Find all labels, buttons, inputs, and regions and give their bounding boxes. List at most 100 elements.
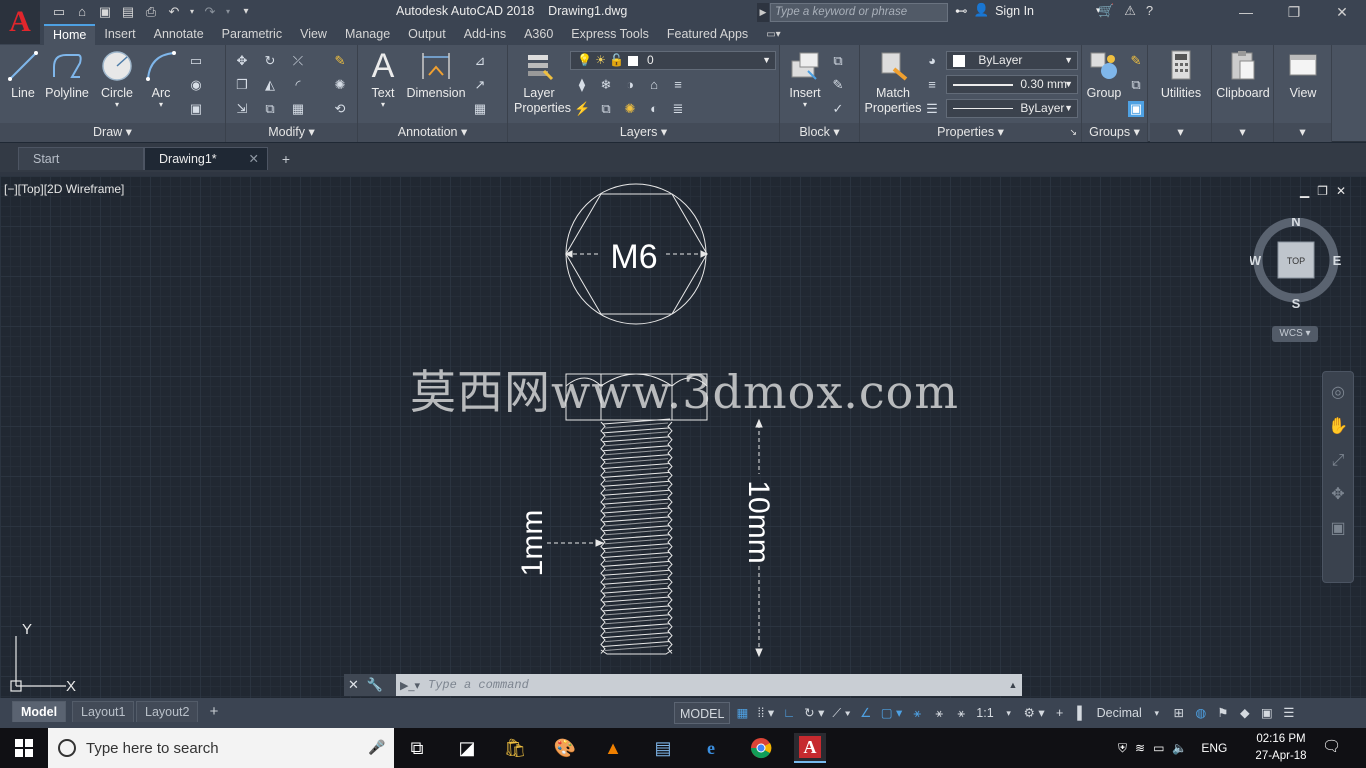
zoom-extents-icon[interactable]: ⤢: [1323, 448, 1353, 474]
windows-search-box[interactable]: Type here to search 🎤: [48, 728, 394, 768]
quick-properties-icon[interactable]: ⊞: [1169, 702, 1189, 724]
mirror-icon[interactable]: ◭: [262, 77, 278, 93]
group-selection-icon[interactable]: ▣: [1128, 101, 1144, 117]
compass-east[interactable]: E: [1333, 253, 1342, 268]
minimize-icon[interactable]: —: [1222, 0, 1270, 24]
pan-hand-icon[interactable]: ✋: [1323, 414, 1353, 440]
microphone-icon[interactable]: 🎤: [368, 739, 385, 757]
tab-layout2[interactable]: Layout2: [136, 701, 199, 722]
hardware-acceleration-icon[interactable]: ◆: [1235, 702, 1255, 724]
command-customize-icon[interactable]: 🔧: [367, 677, 383, 693]
tab-layout1[interactable]: Layout1: [72, 701, 135, 722]
layer-properties-tool[interactable]: Layer Properties: [514, 49, 571, 116]
wcs-menu[interactable]: WCS ▾: [1272, 326, 1318, 342]
compass-north[interactable]: N: [1291, 218, 1300, 229]
isodraft-icon[interactable]: ⟋ ▾: [829, 702, 853, 724]
compass-south[interactable]: S: [1292, 296, 1301, 310]
rotate-icon[interactable]: ↻: [262, 53, 278, 69]
store-icon[interactable]: 🛍: [500, 733, 530, 763]
circle-dropdown-icon[interactable]: ▾: [98, 101, 136, 109]
polar-icon[interactable]: ↻ ▾: [801, 702, 827, 724]
redo-icon[interactable]: ↷: [201, 3, 219, 21]
exchange-icon[interactable]: ⚠: [1124, 3, 1136, 19]
layer-thaw-icon[interactable]: ✺: [622, 101, 638, 117]
dimension-tool[interactable]: Dimension: [406, 49, 466, 101]
line-tool[interactable]: Line: [6, 49, 40, 101]
steering-wheel-icon[interactable]: ◎: [1323, 380, 1353, 406]
paint-icon[interactable]: 🎨: [550, 733, 580, 763]
annotation-visibility-icon[interactable]: ⚹: [907, 702, 927, 724]
edge-icon[interactable]: e: [696, 733, 726, 763]
command-history-up-icon[interactable]: ▲: [1004, 680, 1022, 690]
scale-icon[interactable]: ⧉: [262, 101, 278, 117]
group-edit-icon[interactable]: ✎: [1128, 53, 1144, 69]
match-properties-tool[interactable]: Match Properties: [864, 49, 922, 116]
object-snap-icon[interactable]: ▢ ▾: [878, 702, 906, 724]
draw-panel-title[interactable]: Draw ▾: [0, 123, 225, 142]
task-view-icon[interactable]: ⧉: [402, 733, 432, 763]
table-icon[interactable]: ▦: [472, 101, 488, 117]
showmotion-icon[interactable]: ▣: [1323, 516, 1353, 542]
annotation-scale-icon[interactable]: ⚹: [951, 702, 971, 724]
viewcube-top-face[interactable]: TOP: [1287, 256, 1305, 266]
layer-walk-icon[interactable]: ⚡: [574, 101, 590, 117]
lock-ui-icon[interactable]: ◍: [1191, 702, 1211, 724]
tab-add-ins[interactable]: Add-ins: [455, 24, 515, 45]
clipboard-dropdown-icon[interactable]: ▾: [1212, 123, 1273, 142]
tab-view[interactable]: View: [291, 24, 336, 45]
ribbon-toggle-icon[interactable]: ▭▾: [757, 24, 789, 45]
fillet-icon[interactable]: ◜: [290, 77, 306, 93]
tab-drawing1[interactable]: Drawing1* ✕: [144, 147, 268, 170]
viewcube[interactable]: TOP N S E W: [1250, 218, 1342, 310]
layers-panel-title[interactable]: Layers ▾: [508, 123, 779, 142]
grid-icon[interactable]: ▦: [732, 702, 752, 724]
layer-freeze-icon[interactable]: ❄: [598, 77, 614, 93]
copy-icon[interactable]: ❐: [234, 77, 250, 93]
new-tab-plus-icon[interactable]: +: [276, 151, 296, 167]
restore-icon[interactable]: ❐: [1270, 0, 1318, 24]
trim-icon[interactable]: ⤫: [290, 53, 306, 69]
ortho-icon[interactable]: ∟: [779, 702, 799, 724]
new-layout-plus-icon[interactable]: +: [204, 702, 224, 722]
new-file-icon[interactable]: ▭: [50, 3, 68, 21]
tab-annotate[interactable]: Annotate: [145, 24, 213, 45]
tab-start[interactable]: Start: [18, 147, 144, 170]
annotation-panel-title[interactable]: Annotation ▾: [358, 123, 507, 142]
tab-model[interactable]: Model: [12, 701, 67, 722]
layer-dropdown[interactable]: 💡 ☀ 🔓 0 ▼: [570, 51, 776, 70]
move-icon[interactable]: ✥: [234, 53, 250, 69]
ungroup-icon[interactable]: ⧉: [1128, 77, 1144, 93]
array-icon[interactable]: ▦: [290, 101, 306, 117]
compass-west[interactable]: W: [1250, 253, 1262, 268]
command-input[interactable]: Type a command: [424, 678, 1004, 692]
save-as-icon[interactable]: ▤: [119, 3, 137, 21]
offset-icon[interactable]: ⟲: [332, 101, 348, 117]
arc-tool[interactable]: Arc ▾: [144, 49, 178, 109]
block-panel-title[interactable]: Block ▾: [780, 123, 859, 142]
autocad-taskbar-icon[interactable]: A: [794, 733, 826, 763]
action-center-icon[interactable]: 🗨: [1322, 737, 1344, 759]
search-expand-icon[interactable]: ▶: [757, 3, 769, 22]
chrome-icon[interactable]: [746, 733, 776, 763]
open-file-icon[interactable]: ⌂: [73, 3, 91, 21]
stretch-icon[interactable]: ⇲: [234, 101, 250, 117]
lineweight-dropdown[interactable]: 0.30 mm ▼: [946, 75, 1078, 94]
layer-iso-icon[interactable]: ⧫: [574, 77, 590, 93]
layer-on-icon[interactable]: ◐: [646, 101, 662, 117]
layer-lock-icon[interactable]: ⌂: [646, 77, 662, 93]
leader-icon[interactable]: ⊿: [472, 53, 488, 69]
modify-panel-title[interactable]: Modify ▾: [226, 123, 357, 142]
sign-in-button[interactable]: Sign In: [995, 4, 1034, 18]
undo-icon[interactable]: ↶: [165, 3, 183, 21]
clipboard-tool[interactable]: Clipboard: [1214, 49, 1272, 101]
command-history-icon[interactable]: ▶_▾: [396, 679, 424, 692]
layer-match-icon[interactable]: ≡: [670, 77, 686, 93]
insert-dropdown-icon[interactable]: ▾: [784, 101, 826, 109]
wifi-icon[interactable]: ≋: [1135, 741, 1145, 755]
redo-dropdown-icon[interactable]: ▾: [224, 3, 232, 21]
tab-parametric[interactable]: Parametric: [213, 24, 291, 45]
layer-copy-icon[interactable]: ≣: [670, 101, 686, 117]
keyword-search-input[interactable]: Type a keyword or phrase: [770, 3, 948, 22]
annotation-monitor-icon[interactable]: +: [1050, 702, 1070, 724]
tab-home[interactable]: Home: [44, 24, 96, 45]
